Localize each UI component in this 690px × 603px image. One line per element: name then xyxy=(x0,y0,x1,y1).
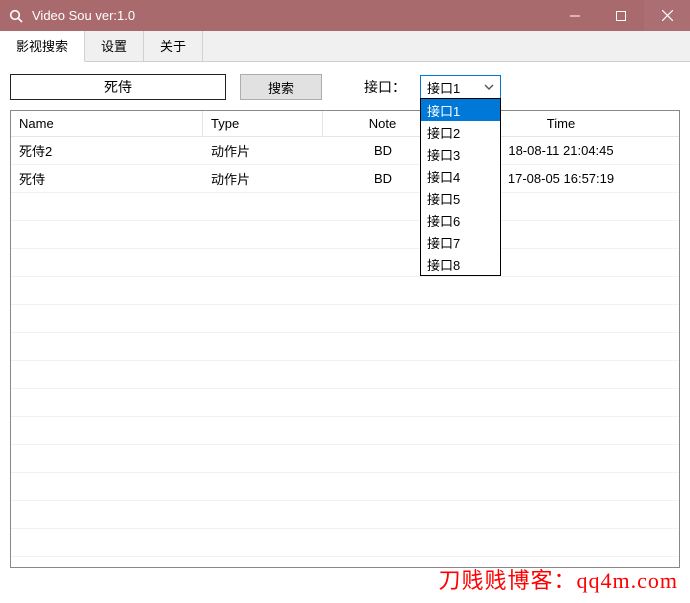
api-option[interactable]: 接口6 xyxy=(421,209,500,231)
window-buttons xyxy=(552,0,690,31)
table-row xyxy=(11,473,679,501)
watermark: 刀贱贱博客：qq4m.com xyxy=(439,563,679,595)
tab-about[interactable]: 关于 xyxy=(144,31,203,61)
table-row xyxy=(11,277,679,305)
api-label: 接口： xyxy=(364,77,406,97)
tab-bar: 影视搜索 设置 关于 xyxy=(0,31,690,62)
chevron-down-icon xyxy=(484,80,494,95)
api-option[interactable]: 接口2 xyxy=(421,121,500,143)
app-icon xyxy=(8,8,24,24)
api-option[interactable]: 接口4 xyxy=(421,165,500,187)
table-row xyxy=(11,333,679,361)
table-row xyxy=(11,361,679,389)
api-option[interactable]: 接口5 xyxy=(421,187,500,209)
api-option[interactable]: 接口3 xyxy=(421,143,500,165)
table-row xyxy=(11,445,679,473)
minimize-button[interactable] xyxy=(552,0,598,31)
cell-type: 动作片 xyxy=(203,137,323,164)
search-button[interactable]: 搜索 xyxy=(240,74,322,100)
maximize-button[interactable] xyxy=(598,0,644,31)
results-grid: Name Type Note Time 死侍2 动作片 BD 18-08-11 … xyxy=(10,110,680,568)
api-option[interactable]: 接口1 xyxy=(421,99,500,121)
cell-type: 动作片 xyxy=(203,165,323,192)
table-row xyxy=(11,529,679,557)
api-select[interactable]: 接口1 接口1 接口2 接口3 接口4 接口5 接口6 接口7 接口8 xyxy=(420,75,501,99)
api-option[interactable]: 接口8 xyxy=(421,253,500,275)
table-row xyxy=(11,501,679,529)
grid-header: Name Type Note Time xyxy=(11,111,679,137)
cell-name: 死侍2 xyxy=(11,137,203,164)
title-bar: Video Sou ver:1.0 xyxy=(0,0,690,31)
close-button[interactable] xyxy=(644,0,690,31)
window-title: Video Sou ver:1.0 xyxy=(32,8,552,23)
table-row xyxy=(11,389,679,417)
table-row xyxy=(11,249,679,277)
search-input[interactable] xyxy=(10,74,226,100)
toolbar: 搜索 接口： 接口1 接口1 接口2 接口3 接口4 接口5 接口6 接口7 接… xyxy=(0,62,690,110)
api-dropdown: 接口1 接口2 接口3 接口4 接口5 接口6 接口7 接口8 xyxy=(420,98,501,276)
table-row[interactable]: 死侍 动作片 BD 17-08-05 16:57:19 xyxy=(11,165,679,193)
table-row xyxy=(11,193,679,221)
tab-search[interactable]: 影视搜索 xyxy=(0,31,85,62)
api-select-value: 接口1 xyxy=(427,78,460,97)
col-type[interactable]: Type xyxy=(203,111,323,136)
col-name[interactable]: Name xyxy=(11,111,203,136)
cell-name: 死侍 xyxy=(11,165,203,192)
table-row xyxy=(11,305,679,333)
table-row[interactable]: 死侍2 动作片 BD 18-08-11 21:04:45 xyxy=(11,137,679,165)
table-row xyxy=(11,221,679,249)
api-option[interactable]: 接口7 xyxy=(421,231,500,253)
table-row xyxy=(11,417,679,445)
tab-settings[interactable]: 设置 xyxy=(85,31,144,61)
